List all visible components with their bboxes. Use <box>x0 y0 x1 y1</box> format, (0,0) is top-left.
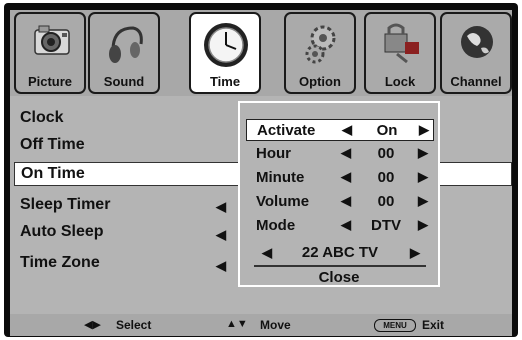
popup-row-minute[interactable]: Minute ◀ 00 ▶ <box>246 167 434 189</box>
right-arrow-icon[interactable]: ▶ <box>418 145 428 161</box>
popup-row-volume[interactable]: Volume ◀ 00 ▶ <box>246 191 434 213</box>
popup-row-label: Minute <box>256 169 305 186</box>
menu-item-sleep-timer[interactable]: Sleep Timer <box>20 196 110 214</box>
popup-row-label: Activate <box>257 122 316 139</box>
popup-divider <box>254 265 426 267</box>
tab-label: Option <box>299 74 341 89</box>
popup-row-value: 00 <box>377 145 395 162</box>
popup-row-label: Volume <box>256 193 310 210</box>
popup-row-hour[interactable]: Hour ◀ 00 ▶ <box>246 143 434 165</box>
menu-item-off-time[interactable]: Off Time <box>20 136 85 154</box>
right-arrow-icon[interactable]: ▶ <box>410 245 420 261</box>
close-button[interactable]: Close <box>240 269 438 286</box>
clock-icon <box>201 20 248 70</box>
help-exit: Exit <box>422 318 445 332</box>
popup-row-value: 00 <box>377 193 395 210</box>
left-arrow-icon[interactable]: ◀ <box>341 193 351 209</box>
left-arrow-icon[interactable]: ◀ <box>342 122 352 138</box>
popup-row-channel[interactable]: ◀ 22 ABC TV ▶ <box>246 243 434 263</box>
up-down-keys-icon: ▲▼ <box>226 318 248 330</box>
left-arrow-icon[interactable]: ◀ <box>341 169 351 185</box>
menu-item-time-zone[interactable]: Time Zone <box>20 254 100 272</box>
tab-label: Picture <box>27 74 73 89</box>
tab-label: Sound <box>103 74 145 89</box>
left-arrow-icon[interactable]: ◀ <box>216 258 226 274</box>
gear-icon <box>299 20 343 70</box>
right-arrow-icon[interactable]: ▶ <box>418 217 428 233</box>
tab-label: Lock <box>384 74 416 89</box>
tab-time[interactable]: Time <box>189 12 261 94</box>
on-time-popup: Activate ◀ On ▶ Hour ◀ 00 ▶ Minute ◀ 00 … <box>238 101 440 287</box>
popup-row-value: DTV <box>371 217 401 234</box>
left-arrow-icon[interactable]: ◀ <box>216 227 226 243</box>
popup-row-mode[interactable]: Mode ◀ DTV ▶ <box>246 215 434 237</box>
tab-channel[interactable]: Channel <box>440 12 512 94</box>
tab-option[interactable]: Option <box>284 12 356 94</box>
tab-lock[interactable]: Lock <box>364 12 436 94</box>
left-right-keys-icon: ◀▶ <box>84 319 101 331</box>
help-move: Move <box>260 318 291 332</box>
left-arrow-icon[interactable]: ◀ <box>341 217 351 233</box>
popup-row-value: 00 <box>377 169 395 186</box>
tab-label: Channel <box>450 74 502 89</box>
right-arrow-icon[interactable]: ▶ <box>419 122 429 138</box>
menu-item-auto-sleep[interactable]: Auto Sleep <box>20 223 104 241</box>
camera-icon <box>29 20 73 70</box>
right-arrow-icon[interactable]: ▶ <box>418 193 428 209</box>
tab-bar: Picture Sound Time Option Lock Channel <box>10 10 512 96</box>
popup-row-label: Mode <box>256 217 296 234</box>
headphones-icon <box>103 20 147 70</box>
tab-sound[interactable]: Sound <box>88 12 160 94</box>
left-arrow-icon[interactable]: ◀ <box>216 199 226 215</box>
left-arrow-icon[interactable]: ◀ <box>341 145 351 161</box>
menu-item-clock[interactable]: Clock <box>20 109 64 127</box>
right-arrow-icon[interactable]: ▶ <box>418 169 428 185</box>
popup-row-activate[interactable]: Activate ◀ On ▶ <box>246 119 434 141</box>
channel-value: 22 ABC TV <box>301 244 379 261</box>
menu-key-icon: MENU <box>374 319 416 332</box>
left-arrow-icon[interactable]: ◀ <box>262 245 272 261</box>
popup-row-label: Hour <box>256 145 291 162</box>
help-select: Select <box>116 318 152 332</box>
padlock-icon <box>379 20 423 70</box>
popup-row-value: On <box>376 122 398 139</box>
globe-icon <box>455 20 499 70</box>
help-bar: ◀▶ Select ▲▼ Move MENU Exit <box>10 314 512 336</box>
tab-label: Time <box>209 74 241 89</box>
tab-picture[interactable]: Picture <box>14 12 86 94</box>
